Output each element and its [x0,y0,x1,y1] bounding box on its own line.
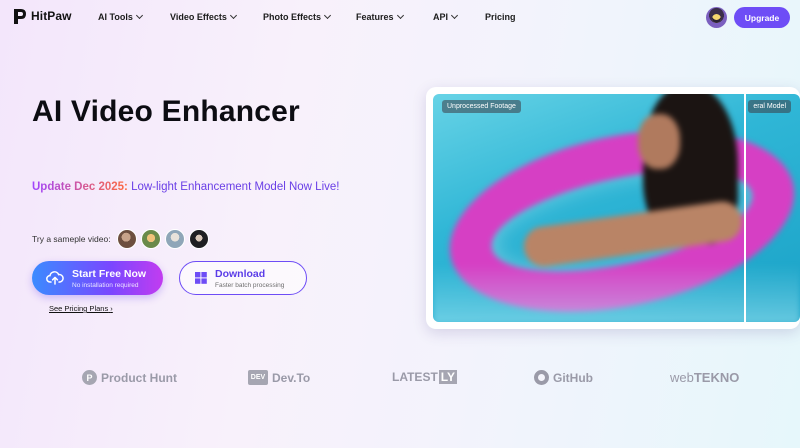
see-pricing-label: See Pricing Plans [49,304,109,313]
cloud-upload-icon [46,271,64,285]
nav-video-effects[interactable]: Video Effects [170,11,237,22]
sample-label: Try a sameple video: [32,234,111,244]
sample-video-thumb[interactable] [188,229,209,249]
nav-features-label: Features [356,12,394,22]
nav-photo-effects-label: Photo Effects [263,12,322,22]
page-title: AI Video Enhancer [32,95,300,128]
update-announcement: Update Dec 2025: Low-light Enhancement M… [32,181,339,193]
unprocessed-tag: Unprocessed Footage [442,100,521,113]
chevron-right-icon: › [110,304,113,313]
nav-api[interactable]: API [433,11,459,22]
download-label: Download [215,267,266,280]
logo-text: HitPaw [31,9,72,23]
latestly-suffix: LY [438,370,458,384]
hitpaw-logo-icon [14,9,26,24]
devto-logo: DEV Dev.To [248,370,310,385]
person-face-image [638,114,680,169]
see-pricing-link[interactable]: See Pricing Plans › [49,304,113,313]
upgrade-button[interactable]: Upgrade [734,7,790,28]
update-date: Update Dec 2025: [32,181,128,193]
product-hunt-logo: P Product Hunt [82,370,177,385]
download-sublabel: Faster batch processing [215,281,285,289]
webtekno-light: web [670,370,694,385]
devto-text: Dev.To [272,370,311,385]
model-tag: eral Model [748,100,791,113]
video-comparison[interactable]: Unprocessed Footage eral Model [433,94,800,322]
chevron-down-icon [135,11,143,20]
hitpaw-logo[interactable]: HitPaw [12,7,72,25]
nav-features[interactable]: Features [356,11,404,22]
nav-pricing[interactable]: Pricing [485,12,516,22]
webtekno-logo: web TEKNO [670,370,739,385]
sample-videos: Try a sameple video: [32,229,209,249]
nav-api-label: API [433,12,449,22]
chevron-down-icon [229,11,237,20]
sample-video-thumb[interactable] [164,229,185,249]
sample-video-thumb[interactable] [140,229,161,249]
nav-ai-tools-label: AI Tools [98,12,133,22]
sample-video-thumb[interactable] [116,229,137,249]
chevron-down-icon [323,11,332,20]
nav-pricing-label: Pricing [485,12,516,22]
start-free-button[interactable]: Start Free Now No installation required [32,261,163,295]
latestly-logo: LATEST LY [392,370,458,384]
download-button[interactable]: Download Faster batch processing [179,261,307,295]
devto-icon: DEV [248,370,268,385]
press-logos: P Product Hunt DEV Dev.To LATEST LY GitH… [0,364,800,394]
product-hunt-icon: P [82,370,97,385]
chevron-down-icon [396,11,404,20]
latestly-text: LATEST [392,370,438,384]
github-icon [534,370,549,385]
github-logo: GitHub [534,370,593,385]
nav-video-effects-label: Video Effects [170,12,227,22]
windows-icon [195,272,207,284]
nav-ai-tools[interactable]: AI Tools [98,11,143,22]
start-free-sublabel: No installation required [72,281,139,289]
github-text: GitHub [553,370,593,385]
top-nav: HitPaw AI Tools Video Effects Photo Effe… [0,0,800,34]
comparison-slider-handle[interactable] [744,94,746,322]
product-hunt-text: Product Hunt [101,370,177,385]
avatar[interactable] [706,7,727,28]
start-free-label: Start Free Now [72,267,147,280]
chevron-down-icon [450,11,459,20]
webtekno-bold: TEKNO [693,370,740,385]
update-text: Low-light Enhancement Model Now Live! [131,181,340,193]
nav-photo-effects[interactable]: Photo Effects [263,11,332,22]
